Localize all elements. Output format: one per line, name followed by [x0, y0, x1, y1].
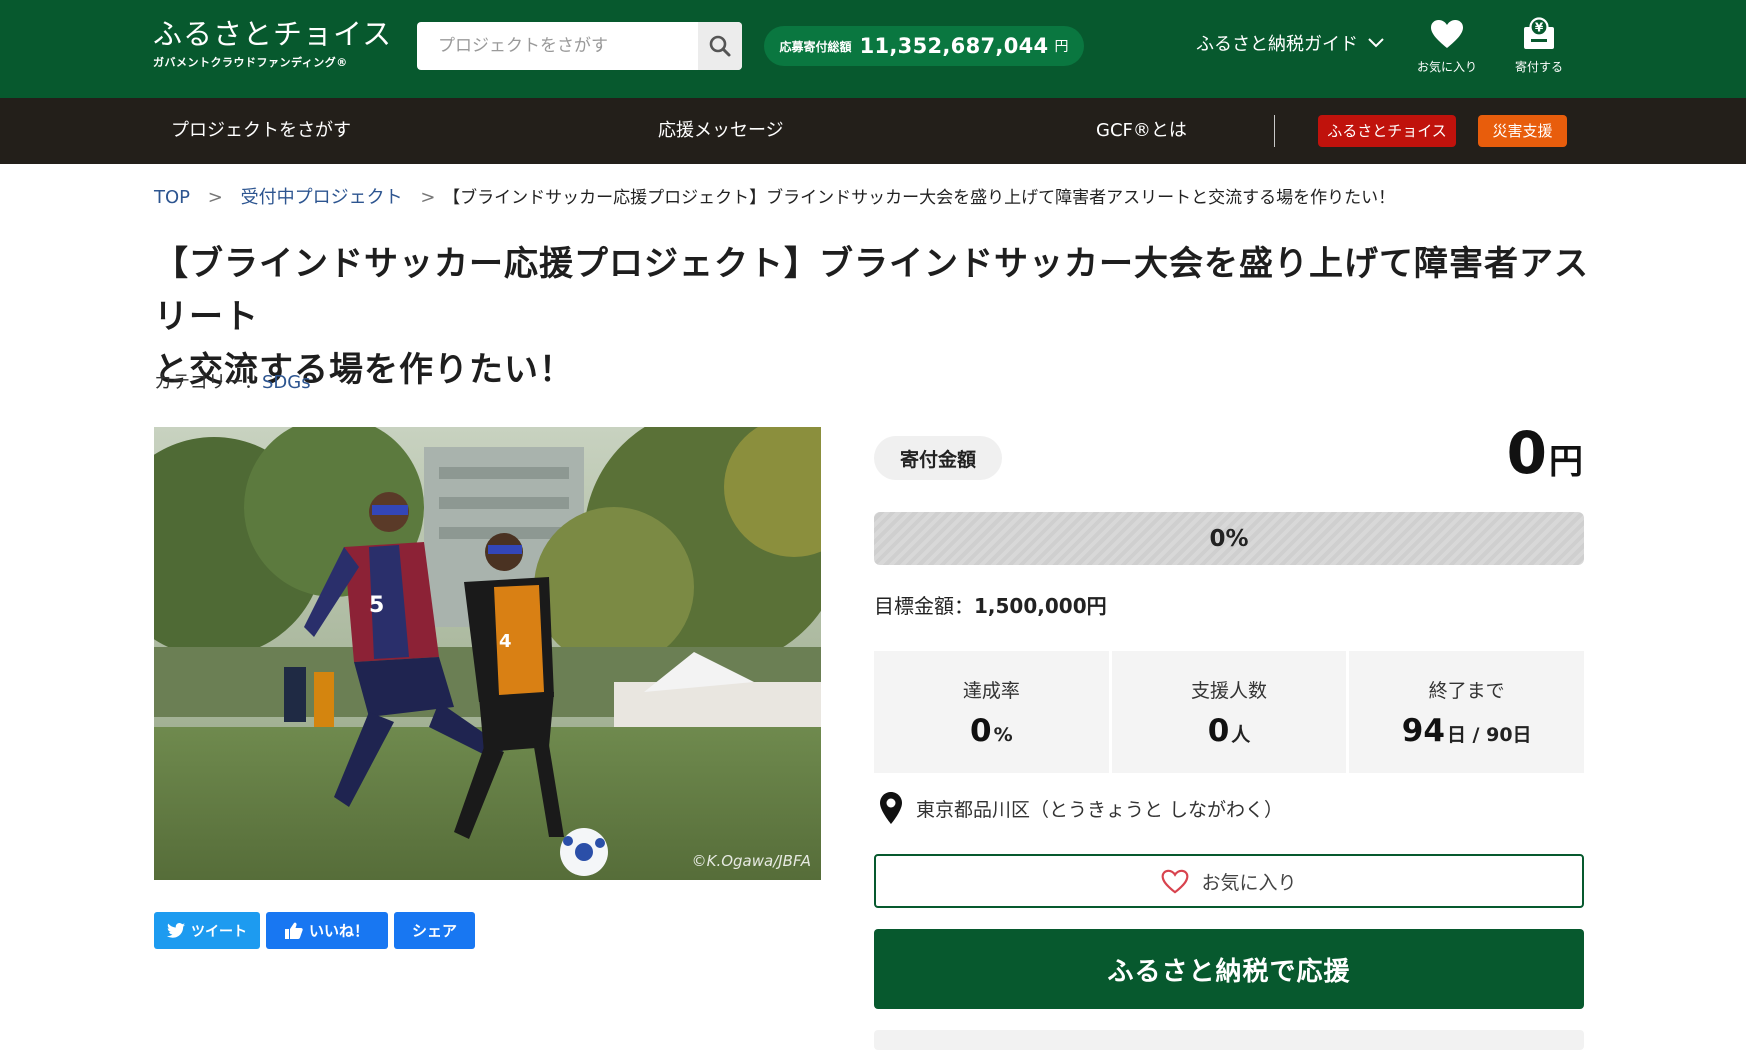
- add-favorite-button[interactable]: お気に入り: [874, 854, 1584, 908]
- stat-value: 0: [1207, 713, 1230, 749]
- disaster-support-button[interactable]: 災害支援: [1478, 115, 1567, 147]
- total-donations-badge: 応募寄付総額 11,352,687,044 円: [764, 26, 1084, 66]
- logo-title: ふるさとチョイス: [153, 17, 393, 51]
- blind-soccer-photo: 5 4: [154, 427, 821, 880]
- map-pin-icon: [880, 792, 902, 824]
- project-photo: 5 4 ©K.Ogawa/JBFA: [154, 427, 821, 880]
- tweet-button[interactable]: ツイート: [154, 912, 260, 949]
- search-input[interactable]: [417, 22, 697, 70]
- stats-panel: 達成率 0% 支援人数 0人 終了まで 94 日 / 90日: [874, 651, 1585, 773]
- nav-about-gcf[interactable]: GCF®とは: [1096, 98, 1187, 164]
- stat-unit: 日 / 90日: [1446, 724, 1532, 746]
- like-button[interactable]: いいね！: [266, 912, 388, 949]
- guide-label: ふるさと納税ガイド: [1196, 34, 1358, 55]
- total-label: 応募寄付総額: [779, 39, 852, 54]
- favorites-link[interactable]: お気に入り: [1407, 16, 1487, 75]
- amount-label-pill: 寄付金額: [874, 436, 1002, 480]
- stat-unit: %: [993, 724, 1013, 746]
- total-unit: 円: [1054, 39, 1069, 55]
- goal-amount: 目標金額：1,500,000円: [874, 590, 1107, 619]
- twitter-bird-icon: [167, 923, 185, 938]
- svg-text:¥: ¥: [1535, 21, 1544, 35]
- stat-unit: 人: [1231, 724, 1251, 746]
- breadcrumb-separator: >: [420, 187, 436, 208]
- stat-supporters: 支援人数 0人: [1111, 651, 1347, 773]
- page-title-line1: 【ブラインドサッカー応援プロジェクト】ブラインドサッカー大会を盛り上げて障害者ア…: [154, 244, 1589, 337]
- goal-value: 1,500,000円: [974, 594, 1107, 618]
- nav-divider: [1274, 115, 1275, 147]
- search-button[interactable]: [698, 22, 742, 70]
- like-label: いいね！: [308, 922, 369, 940]
- category-link[interactable]: SDGs: [262, 372, 311, 393]
- stat-label: 支援人数: [1191, 680, 1268, 702]
- breadcrumb-current: 【ブラインドサッカー応援プロジェクト】ブラインドサッカー大会を盛り上げて障害者ア…: [443, 188, 1396, 208]
- goal-label: 目標金額：: [874, 594, 974, 618]
- total-value: 11,352,687,044: [859, 34, 1049, 58]
- breadcrumb-top[interactable]: TOP: [154, 187, 190, 208]
- furusato-choice-button[interactable]: ふるさとチョイス: [1318, 115, 1456, 147]
- search-icon: [709, 35, 731, 57]
- stat-value: 0: [970, 713, 992, 749]
- page-title: 【ブラインドサッカー応援プロジェクト】ブラインドサッカー大会を盛り上げて障害者ア…: [154, 238, 1594, 397]
- donate-furusato-button[interactable]: ふるさと納税で応援: [874, 929, 1584, 1009]
- location: 東京都品川区（とうきょうと しながわく）: [880, 792, 1283, 824]
- location-text: 東京都品川区（とうきょうと しながわく）: [916, 798, 1284, 821]
- nav-messages[interactable]: 応援メッセージ: [658, 98, 784, 164]
- heart-icon: [1431, 20, 1463, 48]
- logo-subtitle: ガバメントクラウドファンディング®: [153, 56, 348, 69]
- stat-achievement-rate: 達成率 0%: [874, 651, 1109, 773]
- category-label: カテゴリー：: [154, 372, 262, 393]
- progress-bar: 0%: [874, 512, 1584, 565]
- amount-value: 0: [1506, 419, 1547, 487]
- tweet-label: ツイート: [191, 923, 247, 940]
- breadcrumb: TOP > 受付中プロジェクト > 【ブラインドサッカー応援プロジェクト】ブライ…: [154, 183, 1395, 209]
- nav-find-projects[interactable]: プロジェクトをさがす: [171, 98, 351, 164]
- svg-text:4: 4: [499, 631, 512, 652]
- breadcrumb-separator: >: [207, 187, 223, 208]
- photo-credit: ©K.Ogawa/JBFA: [691, 852, 811, 870]
- breadcrumb-projects[interactable]: 受付中プロジェクト: [241, 187, 403, 208]
- stat-label: 達成率: [962, 680, 1020, 702]
- stat-value: 94: [1401, 713, 1445, 749]
- favorites-label: お気に入り: [1416, 60, 1477, 74]
- donation-amount: 0円: [1507, 419, 1583, 487]
- donation-box-icon: ¥: [1524, 17, 1554, 49]
- favorite-button-label: お気に入り: [1201, 871, 1297, 894]
- share-label: シェア: [411, 922, 457, 940]
- donate-label: 寄付する: [1514, 60, 1563, 74]
- category: カテゴリー：SDGs: [154, 368, 311, 394]
- furusato-guide-menu[interactable]: ふるさと納税ガイド: [1196, 30, 1384, 56]
- site-logo[interactable]: ふるさとチョイス ガバメントクラウドファンディング®: [153, 16, 392, 70]
- next-section-box: [874, 1030, 1584, 1050]
- share-button[interactable]: シェア: [394, 912, 475, 949]
- site-header: ふるさとチョイス ガバメントクラウドファンディング® 応募寄付総額 11,352…: [0, 0, 1746, 98]
- stat-days-remaining: 終了まで 94 日 / 90日: [1349, 651, 1585, 773]
- search-box: [417, 22, 742, 70]
- svg-text:5: 5: [369, 593, 384, 618]
- chevron-down-icon: [1368, 38, 1384, 48]
- progress-label: 0%: [1209, 525, 1249, 552]
- thumbs-up-icon: [284, 922, 303, 939]
- heart-outline-icon: [1162, 869, 1189, 894]
- main-nav: プロジェクトをさがす 応援メッセージ GCF®とは ふるさとチョイス 災害支援: [0, 98, 1746, 164]
- donate-link[interactable]: ¥ 寄付する: [1499, 16, 1579, 75]
- stat-label: 終了まで: [1428, 680, 1505, 702]
- amount-unit: 円: [1549, 442, 1583, 482]
